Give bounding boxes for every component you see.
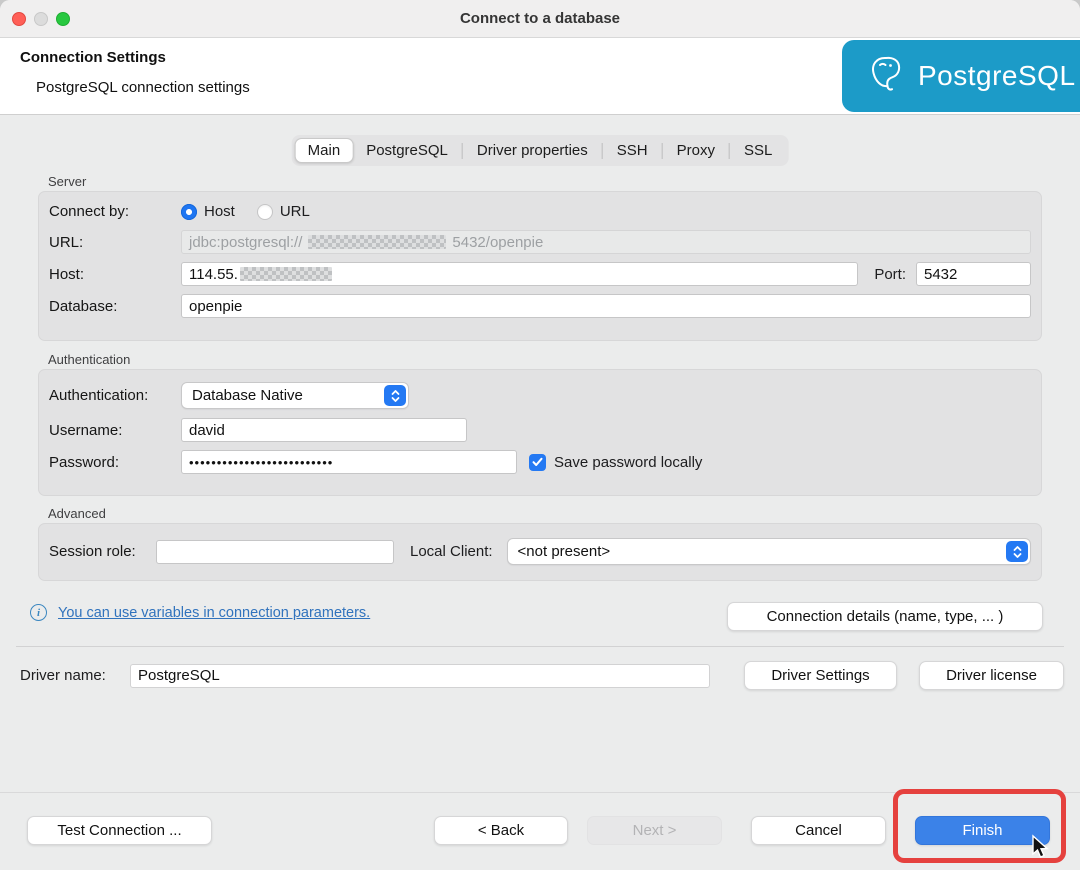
local-client-label: Local Client: [410, 543, 493, 560]
dialog-header: Connection Settings PostgreSQL connectio… [0, 38, 1080, 115]
database-input[interactable] [181, 294, 1031, 318]
database-label: Database: [49, 297, 118, 315]
close-window-button[interactable] [12, 11, 26, 26]
authentication-section-label: Authentication [48, 352, 131, 367]
postgresql-banner: PostgreSQL [842, 40, 1080, 112]
tab-separator [601, 142, 603, 159]
password-label: Password: [49, 453, 120, 471]
tab-separator [661, 142, 663, 159]
check-icon [532, 457, 543, 466]
advanced-section-label: Advanced [48, 506, 106, 521]
next-button: Next > [587, 816, 722, 845]
save-password-checkbox[interactable] [529, 453, 546, 471]
driver-settings-button[interactable]: Driver Settings [744, 661, 897, 690]
page-subtitle: PostgreSQL connection settings [36, 79, 250, 96]
save-password-label: Save password locally [554, 453, 703, 471]
traffic-lights [12, 0, 70, 37]
zoom-window-button[interactable] [56, 11, 70, 26]
local-client-select[interactable]: <not present> [506, 538, 1031, 565]
info-icon [30, 604, 47, 621]
window-title: Connect to a database [459, 10, 621, 27]
tab-ssl[interactable]: SSL [731, 138, 785, 163]
driver-row: Driver name: Driver Settings Driver lice… [20, 661, 1064, 690]
authentication-group: Authentication: Database Native Username… [38, 369, 1042, 496]
tab-driver-properties[interactable]: Driver properties [464, 138, 601, 163]
server-section-label: Server [48, 174, 87, 189]
page-title: Connection Settings [20, 49, 166, 66]
session-role-input[interactable] [156, 539, 394, 564]
session-role-label: Session role: [49, 543, 136, 560]
bottom-divider [0, 792, 1080, 793]
driver-license-button[interactable]: Driver license [919, 661, 1064, 690]
back-button[interactable]: < Back [434, 816, 568, 845]
variables-hint-row: You can use variables in connection para… [30, 604, 370, 621]
connection-details-button[interactable]: Connection details (name, type, ... ) [727, 602, 1043, 631]
tab-main[interactable]: Main [294, 138, 354, 163]
host-label: Host: [49, 265, 85, 283]
port-input[interactable] [916, 262, 1031, 286]
authentication-label: Authentication: [49, 387, 149, 404]
tab-postgresql[interactable]: PostgreSQL [353, 138, 461, 163]
driver-name-label: Driver name: [20, 667, 106, 684]
host-prefix: 114.55. [189, 265, 238, 283]
advanced-group: Session role: Local Client: <not present… [38, 523, 1042, 581]
url-suffix: 5432/openpie [452, 233, 544, 251]
tab-proxy[interactable]: Proxy [664, 138, 728, 163]
port-label: Port: [874, 265, 906, 283]
test-connection-button[interactable]: Test Connection ... [27, 816, 212, 845]
server-group: Connect by: Host URL URL: jdbc:postgresq… [38, 191, 1042, 341]
divider [16, 646, 1064, 647]
postgresql-elephant-icon [866, 53, 906, 100]
finish-button[interactable]: Finish [915, 816, 1050, 845]
chevron-updown-icon [1006, 541, 1028, 562]
password-input[interactable] [181, 450, 517, 474]
authentication-value: Database Native [192, 387, 303, 404]
redacted-pixelation [239, 267, 332, 281]
driver-name-input[interactable] [130, 663, 710, 688]
tab-separator [728, 142, 730, 159]
username-label: Username: [49, 421, 123, 439]
minimize-window-button[interactable] [34, 11, 48, 26]
authentication-select[interactable]: Database Native [181, 382, 409, 409]
dialog-body: Main PostgreSQL Driver properties SSH Pr… [0, 116, 1080, 870]
cancel-button[interactable]: Cancel [751, 816, 886, 845]
connect-by-label: Connect by: [49, 203, 130, 220]
url-field: jdbc:postgresql:// 5432/openpie [181, 230, 1031, 254]
settings-tabbar: Main PostgreSQL Driver properties SSH Pr… [291, 135, 789, 166]
radio-host-label: Host [204, 203, 235, 220]
url-label: URL: [49, 233, 84, 251]
local-client-value: <not present> [517, 543, 611, 560]
redacted-pixelation [308, 235, 447, 249]
radio-url[interactable] [256, 203, 273, 220]
tab-ssh[interactable]: SSH [604, 138, 661, 163]
chevron-updown-icon [384, 385, 406, 406]
variables-link[interactable]: You can use variables in connection para… [58, 605, 370, 621]
radio-url-label: URL [279, 203, 310, 220]
url-prefix: jdbc:postgresql:// [189, 233, 303, 251]
host-field[interactable]: 114.55. [181, 262, 859, 286]
postgresql-wordmark: PostgreSQL [918, 60, 1076, 91]
connect-to-database-dialog: Connect to a database Connection Setting… [0, 0, 1080, 870]
tab-separator [461, 142, 463, 159]
radio-host[interactable] [181, 203, 197, 220]
username-input[interactable] [181, 418, 467, 442]
titlebar: Connect to a database [0, 0, 1080, 38]
